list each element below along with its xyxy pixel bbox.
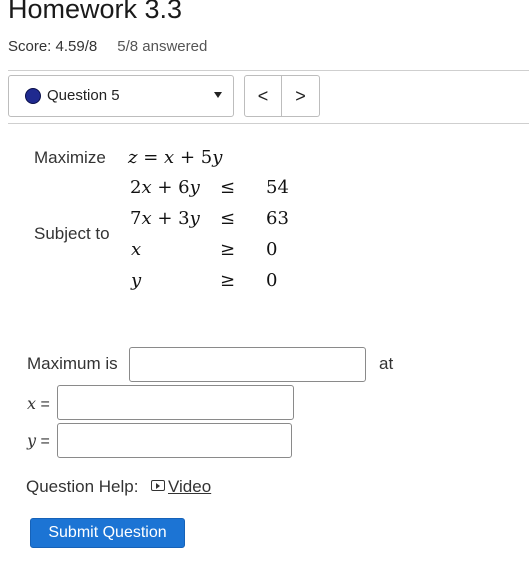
subject-to-label: Subject to xyxy=(34,224,110,243)
y-label: y = xyxy=(27,431,50,450)
page-title: Homework 3.3 xyxy=(8,0,183,24)
constraint-4-rhs: 0 xyxy=(266,270,278,291)
score-row: Score: 4.59/8 5/8 answered xyxy=(8,38,207,55)
video-link-label: Video xyxy=(168,477,212,496)
maximum-input[interactable] xyxy=(129,347,366,382)
question-select[interactable]: Question 5 xyxy=(8,75,234,117)
divider xyxy=(8,123,529,124)
constraint-4-lhs: y xyxy=(131,270,142,291)
constraint-3-relation: ≥ xyxy=(220,239,236,260)
submit-question-button[interactable]: Submit Question xyxy=(30,518,185,548)
chevron-down-icon xyxy=(214,92,222,98)
constraint-4-relation: ≥ xyxy=(220,270,236,291)
constraint-1-relation: ≤ xyxy=(220,177,236,198)
constraint-2-rhs: 63 xyxy=(266,208,289,229)
constraint-1-lhs: 2x + 6y xyxy=(130,177,200,198)
divider xyxy=(8,70,529,71)
question-select-label: Question 5 xyxy=(47,87,120,104)
score-text: Score: 4.59/8 xyxy=(8,38,98,55)
constraint-1-rhs: 54 xyxy=(266,177,289,198)
maximize-label: Maximize xyxy=(34,148,106,167)
objective-function: z = x + 5y xyxy=(128,147,223,168)
constraint-2-relation: ≤ xyxy=(220,208,236,229)
constraint-3-lhs: x xyxy=(131,239,142,260)
x-label: x = xyxy=(27,394,50,413)
at-label: at xyxy=(379,354,394,373)
chevron-left-icon: < xyxy=(257,85,269,106)
constraint-2-lhs: 7x + 3y xyxy=(130,208,200,229)
constraint-3-rhs: 0 xyxy=(266,239,278,260)
question-help-label: Question Help: xyxy=(26,477,139,496)
previous-question-button[interactable]: < xyxy=(244,75,282,117)
chevron-right-icon: > xyxy=(295,85,306,106)
x-input[interactable] xyxy=(57,385,294,420)
video-help-link[interactable]: Video xyxy=(151,477,211,497)
video-icon xyxy=(151,480,165,491)
y-input[interactable] xyxy=(57,423,292,458)
question-status-icon xyxy=(25,88,41,104)
answered-count: 5/8 answered xyxy=(117,38,208,55)
next-question-button[interactable]: > xyxy=(282,75,320,117)
maximum-label: Maximum is xyxy=(27,354,118,373)
